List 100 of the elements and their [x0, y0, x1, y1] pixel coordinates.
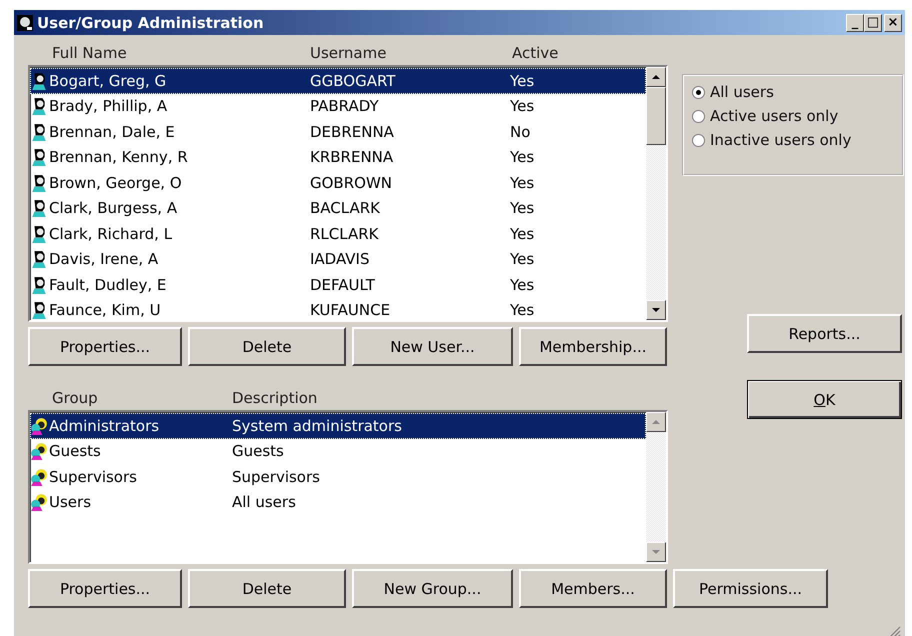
person-icon	[30, 199, 48, 218]
dialog-button[interactable]: New Group...	[352, 569, 513, 608]
table-cell: No	[510, 122, 530, 141]
column-header[interactable]: Description	[232, 389, 318, 407]
table-cell: Yes	[510, 276, 534, 294]
column-header[interactable]: Active	[512, 44, 558, 62]
resize-grip-icon[interactable]	[889, 626, 901, 636]
person-icon	[30, 72, 48, 90]
group-row[interactable]: Supervisors Supervisors	[30, 464, 646, 490]
dialog-button[interactable]: Delete	[188, 327, 346, 366]
radio-button[interactable]	[692, 86, 705, 98]
dialog-button[interactable]: Permissions...	[673, 569, 828, 608]
user-row[interactable]: Clark, Burgess, A BACLARK Yes	[30, 196, 646, 221]
dialog-button[interactable]: Delete	[188, 569, 346, 608]
reports-button[interactable]: Reports...	[747, 314, 902, 353]
table-cell: Yes	[510, 174, 534, 192]
table-cell-text: KRBRENNA	[310, 148, 394, 166]
table-cell: Brown, George, O	[49, 174, 182, 192]
person-icon	[30, 301, 48, 320]
table-cell: Supervisors	[232, 468, 320, 486]
table-cell-text: RLCLARK	[310, 224, 380, 243]
column-header[interactable]: Full Name	[28, 44, 310, 62]
scroll-down-button[interactable]	[646, 300, 666, 320]
radio-button[interactable]	[692, 134, 705, 146]
table-cell: Yes	[510, 72, 534, 90]
close-button[interactable]: ×	[884, 14, 902, 32]
user-row[interactable]: Faunce, Kim, U KUFAUNCE Yes	[30, 298, 646, 323]
table-cell-text: BACLARK	[310, 199, 381, 218]
group-icon	[30, 493, 48, 512]
table-cell: Guests	[49, 442, 101, 460]
user-row[interactable]: Bogart, Greg, G GGBOGART Yes	[30, 68, 646, 94]
table-cell: Supervisors	[49, 468, 137, 486]
person-icon	[30, 224, 48, 243]
scroll-down-button[interactable]	[646, 542, 666, 562]
table-cell-text: GOBROWN	[310, 174, 394, 192]
table-cell: Yes	[510, 301, 534, 320]
user-row[interactable]: Brennan, Dale, E DEBRENNA No	[30, 119, 646, 144]
window-title: User/Group Administration	[37, 14, 265, 32]
person-icon	[30, 174, 48, 192]
table-cell-text: GGBOGART	[310, 72, 396, 90]
person-icon	[30, 122, 48, 141]
group-icon	[30, 416, 48, 435]
table-cell: All users	[232, 493, 296, 512]
table-cell: Brennan, Kenny, R	[49, 148, 188, 166]
group-row[interactable]: Administrators System administrators	[30, 413, 646, 438]
group-icon	[30, 468, 48, 486]
table-cell: Guests	[232, 442, 284, 460]
dialog-button[interactable]: New User...	[352, 327, 513, 366]
radio-option[interactable]: All users	[692, 83, 894, 101]
column-header[interactable]: Username	[310, 44, 512, 62]
person-icon	[30, 276, 48, 294]
group-row[interactable]: Users All users	[30, 490, 646, 515]
scroll-up-button[interactable]	[646, 67, 666, 87]
table-cell: Yes	[510, 148, 534, 166]
table-cell: Yes	[510, 97, 534, 116]
radio-button[interactable]	[692, 110, 705, 122]
user-row[interactable]: Clark, Richard, L RLCLARK Yes	[30, 221, 646, 246]
scrollbar[interactable]	[646, 412, 666, 562]
table-cell: Fault, Dudley, E	[49, 276, 166, 294]
down-arrow-icon	[652, 550, 660, 554]
table-cell-text: IADAVIS	[310, 250, 370, 268]
radio-option[interactable]: Active users only	[692, 107, 894, 125]
table-cell: Clark, Burgess, A	[49, 199, 178, 218]
scroll-thumb[interactable]	[646, 87, 666, 145]
app-icon	[17, 14, 33, 30]
table-cell: Yes	[510, 224, 534, 243]
table-cell-text: KUFAUNCE	[310, 301, 392, 320]
up-arrow-icon	[652, 75, 660, 79]
person-icon	[30, 148, 48, 166]
column-header[interactable]: Group	[28, 389, 232, 407]
ok-button[interactable]: OK	[747, 380, 902, 419]
user-row[interactable]: Brown, George, O GOBROWN Yes	[30, 170, 646, 196]
table-cell-text: DEBRENNA	[310, 122, 395, 141]
table-cell: Yes	[510, 250, 534, 268]
minimize-button[interactable]: _	[846, 14, 864, 32]
table-cell: Yes	[510, 199, 534, 218]
user-row[interactable]: Brady, Phillip, A PABRADY Yes	[30, 94, 646, 119]
dialog-button[interactable]: Membership...	[519, 327, 667, 366]
radio-option[interactable]: Inactive users only	[692, 131, 894, 149]
user-row[interactable]: Davis, Irene, A IADAVIS Yes	[30, 246, 646, 272]
table-cell: Brady, Phillip, A	[49, 97, 168, 116]
table-cell: Faunce, Kim, U	[49, 301, 161, 320]
scrollbar[interactable]	[646, 67, 666, 320]
dialog-button[interactable]: Members...	[519, 569, 667, 608]
user-row[interactable]: Brennan, Kenny, R KRBRENNA Yes	[30, 144, 646, 170]
group-row[interactable]: Guests Guests	[30, 438, 646, 464]
table-cell-text: PABRADY	[310, 97, 380, 116]
person-icon	[30, 250, 48, 268]
up-arrow-icon	[652, 420, 660, 424]
person-icon	[30, 97, 48, 116]
dialog-button[interactable]: Properties...	[28, 569, 182, 608]
table-cell: System administrators	[232, 416, 402, 435]
maximize-button[interactable]: □	[864, 14, 882, 32]
table-cell: Davis, Irene, A	[49, 250, 158, 268]
table-cell: Clark, Richard, L	[49, 224, 172, 243]
dialog-button[interactable]: Properties...	[28, 327, 182, 366]
group-icon	[30, 442, 48, 460]
user-row[interactable]: Fault, Dudley, E DEFAULT Yes	[30, 272, 646, 298]
scroll-up-button[interactable]	[646, 412, 666, 432]
table-cell: Users	[49, 493, 92, 512]
